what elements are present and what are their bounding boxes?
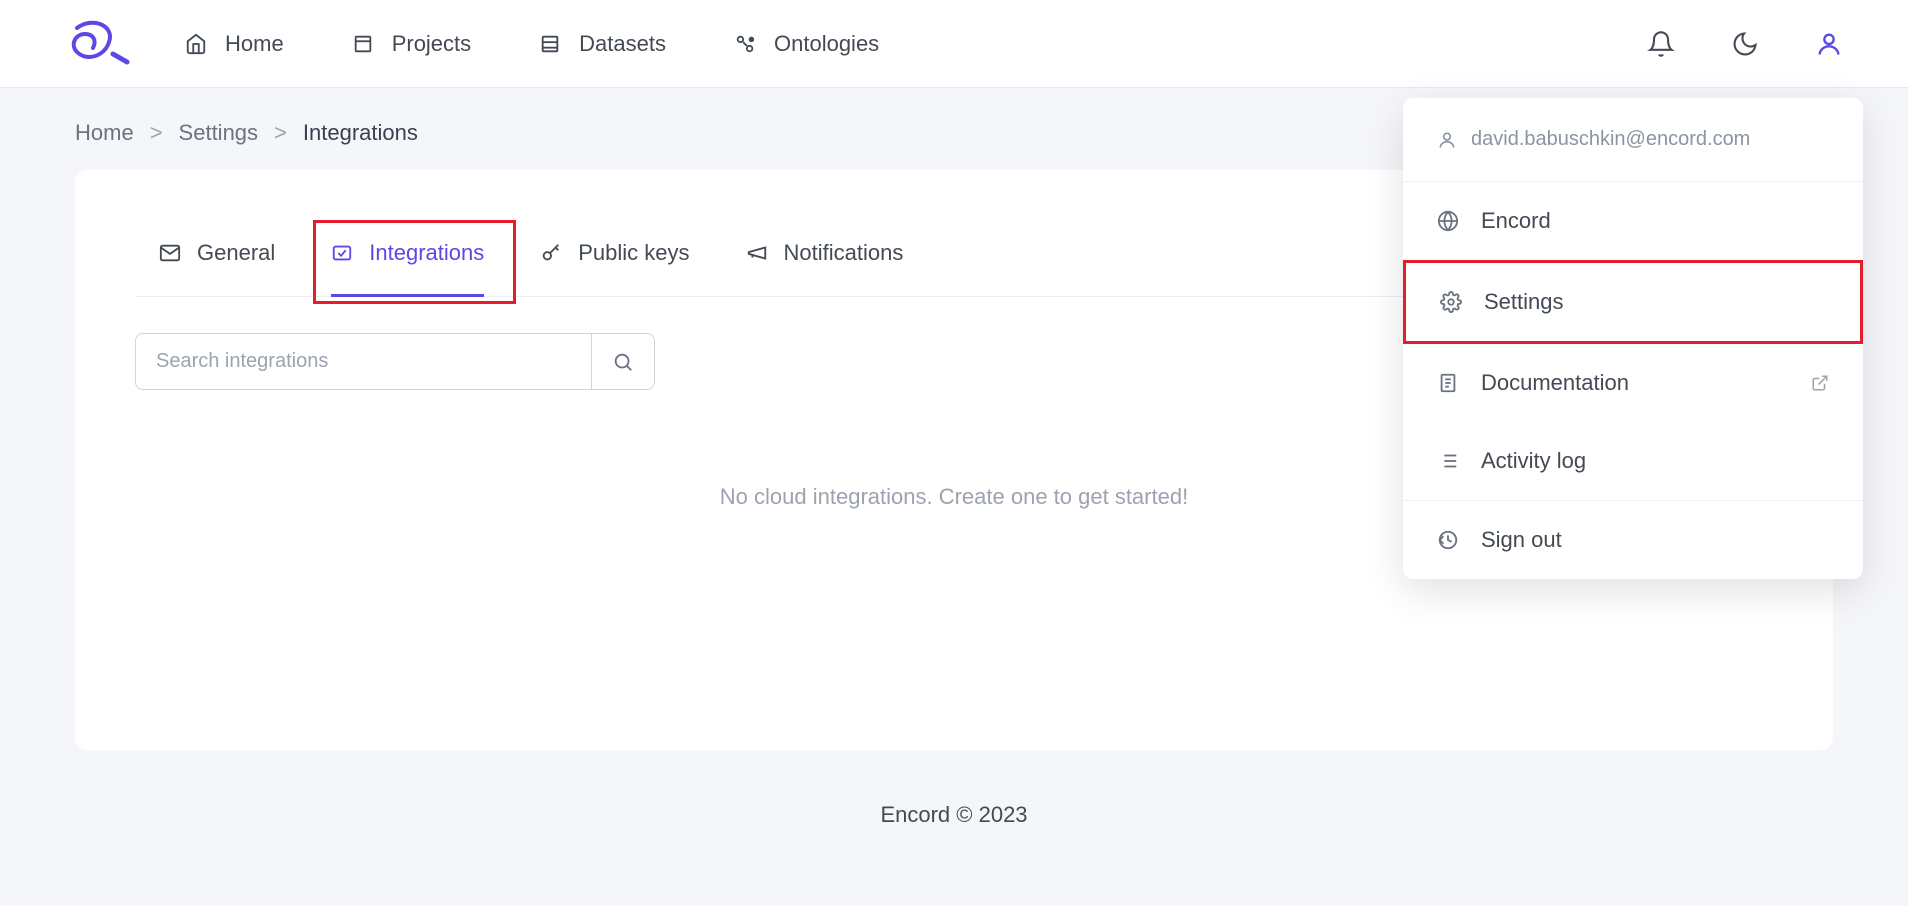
nav-datasets-label: Datasets xyxy=(579,31,666,57)
dropdown-activity-log[interactable]: Activity log xyxy=(1403,422,1863,500)
nav-home-label: Home xyxy=(225,31,284,57)
search-bar xyxy=(135,333,655,390)
dropdown-documentation[interactable]: Documentation xyxy=(1403,344,1863,422)
tab-notifications[interactable]: Notifications xyxy=(746,240,904,296)
ontologies-icon xyxy=(734,33,756,55)
external-link-icon xyxy=(1811,374,1829,392)
tab-general[interactable]: General xyxy=(159,240,275,296)
breadcrumb-integrations: Integrations xyxy=(303,120,418,146)
header: Home Projects Datasets Ontologies xyxy=(0,0,1908,88)
dropdown-documentation-label: Documentation xyxy=(1481,370,1629,396)
document-icon xyxy=(1437,372,1459,394)
tab-integrations[interactable]: Integrations xyxy=(331,240,484,296)
dropdown-activity-log-label: Activity log xyxy=(1481,448,1586,474)
search-icon xyxy=(612,351,634,373)
dropdown-user-email: david.babuschkin@encord.com xyxy=(1403,98,1863,182)
footer: Encord © 2023 xyxy=(0,750,1908,880)
dropdown-encord[interactable]: Encord xyxy=(1403,182,1863,260)
tab-general-label: General xyxy=(197,240,275,266)
breadcrumb-sep: > xyxy=(274,120,287,146)
sign-out-icon xyxy=(1437,529,1459,551)
dropdown-settings-label: Settings xyxy=(1484,289,1564,315)
dropdown-sign-out-label: Sign out xyxy=(1481,527,1562,553)
mail-icon xyxy=(159,242,181,264)
gear-icon xyxy=(1440,291,1462,313)
key-icon xyxy=(540,242,562,264)
projects-icon xyxy=(352,33,374,55)
nav-home[interactable]: Home xyxy=(185,31,284,57)
top-nav: Home Projects Datasets Ontologies xyxy=(185,31,879,57)
bell-icon[interactable] xyxy=(1647,30,1675,58)
megaphone-icon xyxy=(746,242,768,264)
logo[interactable] xyxy=(65,19,137,69)
breadcrumb-settings[interactable]: Settings xyxy=(179,120,259,146)
tab-public-keys[interactable]: Public keys xyxy=(540,240,689,296)
search-input[interactable] xyxy=(135,333,591,390)
nav-ontologies[interactable]: Ontologies xyxy=(734,31,879,57)
globe-icon xyxy=(1437,210,1459,232)
header-actions xyxy=(1647,30,1843,58)
dropdown-sign-out[interactable]: Sign out xyxy=(1403,501,1863,579)
user-icon xyxy=(1437,130,1457,150)
datasets-icon xyxy=(539,33,561,55)
nav-datasets[interactable]: Datasets xyxy=(539,31,666,57)
list-icon xyxy=(1437,450,1459,472)
search-button[interactable] xyxy=(591,333,655,390)
nav-projects-label: Projects xyxy=(392,31,471,57)
moon-icon[interactable] xyxy=(1731,30,1759,58)
nav-ontologies-label: Ontologies xyxy=(774,31,879,57)
dropdown-encord-label: Encord xyxy=(1481,208,1551,234)
user-icon[interactable] xyxy=(1815,30,1843,58)
dropdown-settings[interactable]: Settings xyxy=(1403,260,1863,344)
breadcrumb-home[interactable]: Home xyxy=(75,120,134,146)
breadcrumb-sep: > xyxy=(150,120,163,146)
home-icon xyxy=(185,33,207,55)
tab-integrations-label: Integrations xyxy=(369,240,484,266)
tab-public-keys-label: Public keys xyxy=(578,240,689,266)
user-dropdown: david.babuschkin@encord.com Encord Setti… xyxy=(1403,98,1863,579)
nav-projects[interactable]: Projects xyxy=(352,31,471,57)
encord-logo-icon xyxy=(65,20,133,68)
dropdown-email-text: david.babuschkin@encord.com xyxy=(1471,128,1750,151)
tab-notifications-label: Notifications xyxy=(784,240,904,266)
integrations-icon xyxy=(331,242,353,264)
